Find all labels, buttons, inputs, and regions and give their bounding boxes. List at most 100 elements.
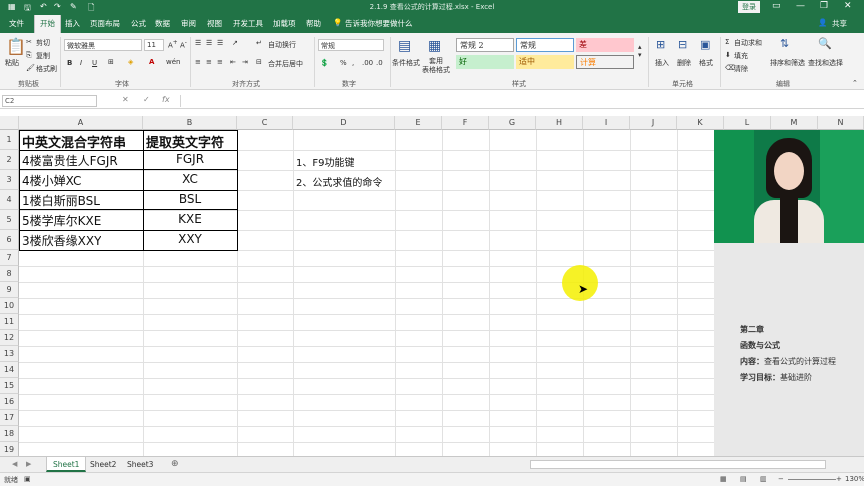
ribbon-display-icon[interactable]: ▭: [772, 1, 781, 11]
tab-help[interactable]: 帮助: [306, 18, 321, 29]
row-header[interactable]: 3: [0, 170, 19, 190]
paste-icon[interactable]: 📋: [6, 37, 26, 56]
autosum-button[interactable]: 自动求和: [734, 38, 762, 48]
style-calculation[interactable]: 计算: [576, 55, 634, 69]
clear-button[interactable]: 清除: [734, 64, 748, 74]
tab-data[interactable]: 数据: [155, 18, 170, 29]
style-bad[interactable]: 差: [576, 38, 634, 52]
fill-button[interactable]: 填充: [734, 51, 748, 61]
table-format-icon[interactable]: ▦: [428, 38, 441, 54]
column-header[interactable]: N: [818, 116, 864, 130]
cell-b2[interactable]: FGJR: [143, 152, 237, 166]
grow-font-icon[interactable]: A+: [168, 40, 178, 49]
column-header[interactable]: A: [19, 116, 143, 130]
percent-button[interactable]: %: [340, 59, 347, 67]
table-format-button[interactable]: 套用 表格格式: [422, 57, 450, 75]
row-header[interactable]: 4: [0, 190, 19, 210]
add-sheet-icon[interactable]: ⊕: [171, 459, 179, 469]
cut-icon[interactable]: ✂: [26, 38, 32, 46]
horizontal-scrollbar[interactable]: [530, 460, 826, 469]
format-cells-icon[interactable]: ▣: [700, 38, 710, 51]
column-header[interactable]: B: [143, 116, 237, 130]
insert-function-button[interactable]: fx: [162, 95, 170, 104]
autosum-icon[interactable]: Σ: [725, 38, 729, 46]
row-header[interactable]: 13: [0, 346, 19, 362]
find-select-icon[interactable]: 🔍: [818, 37, 832, 50]
format-cells-button[interactable]: 格式: [699, 58, 713, 68]
format-painter-icon[interactable]: 🖌: [26, 64, 35, 72]
increase-decimal-icon[interactable]: .00: [362, 59, 373, 67]
cell-b3[interactable]: XC: [143, 172, 237, 186]
fill-color-icon[interactable]: ◈: [128, 58, 133, 66]
zoom-in-icon[interactable]: +: [836, 475, 842, 483]
sort-filter-icon[interactable]: ⇅: [780, 37, 789, 50]
style-neutral[interactable]: 适中: [516, 55, 574, 69]
tab-insert[interactable]: 插入: [65, 18, 80, 29]
tab-formulas[interactable]: 公式: [131, 18, 146, 29]
style-normal[interactable]: 常规: [516, 38, 574, 52]
insert-cells-button[interactable]: 插入: [655, 58, 669, 68]
cell-a2[interactable]: 4楼富贵佳人FGJR: [22, 152, 118, 169]
column-header[interactable]: I: [583, 116, 630, 130]
column-header[interactable]: C: [237, 116, 293, 130]
column-header[interactable]: J: [630, 116, 677, 130]
cell-a4[interactable]: 1楼白斯丽BSL: [22, 192, 100, 209]
sheet-tab-sheet1[interactable]: Sheet1: [46, 457, 87, 472]
italic-button[interactable]: I: [80, 59, 82, 67]
column-header[interactable]: F: [442, 116, 489, 130]
page-break-view-icon[interactable]: ▥: [760, 475, 767, 483]
normal-view-icon[interactable]: ▦: [720, 475, 727, 483]
cell-a1[interactable]: 中英文混合字符串: [22, 132, 126, 151]
cell-b6[interactable]: XXY: [143, 232, 237, 246]
font-name-select[interactable]: 微软雅黑: [64, 39, 142, 51]
column-header[interactable]: H: [536, 116, 583, 130]
minimize-button[interactable]: —: [796, 1, 805, 11]
column-header[interactable]: K: [677, 116, 724, 130]
number-format-select[interactable]: 常规: [318, 39, 384, 51]
tab-page-layout[interactable]: 页面布局: [90, 18, 120, 29]
style-good[interactable]: 好: [456, 55, 514, 69]
format-painter-button[interactable]: 格式刷: [36, 64, 57, 74]
row-header[interactable]: 2: [0, 150, 19, 170]
row-header[interactable]: 1: [0, 130, 19, 150]
align-middle-icon[interactable]: ☰: [206, 39, 212, 47]
name-box[interactable]: C2: [2, 95, 97, 107]
select-all-corner[interactable]: [0, 116, 19, 130]
restore-button[interactable]: ❐: [820, 1, 828, 11]
tab-review[interactable]: 审阅: [181, 18, 196, 29]
column-header[interactable]: D: [293, 116, 395, 130]
insert-cells-icon[interactable]: ⊞: [656, 38, 665, 51]
copy-icon[interactable]: ⎘: [26, 51, 32, 60]
borders-icon[interactable]: ⊞: [108, 58, 114, 66]
row-header[interactable]: 19: [0, 442, 19, 456]
underline-button[interactable]: U: [92, 59, 97, 67]
tab-developer[interactable]: 开发工具: [233, 18, 263, 29]
share-button[interactable]: 共享: [832, 18, 847, 29]
copy-button[interactable]: 复制: [36, 51, 50, 61]
cell-b1[interactable]: 提取英文字符: [146, 132, 224, 151]
column-header[interactable]: E: [395, 116, 442, 130]
wrap-text-icon[interactable]: ↵: [256, 39, 262, 47]
font-size-select[interactable]: 11: [144, 39, 164, 51]
increase-indent-icon[interactable]: ⇥: [242, 58, 248, 66]
cell-d2[interactable]: 1、F9功能键: [296, 154, 354, 169]
page-layout-view-icon[interactable]: ▤: [740, 475, 747, 483]
wrap-text-button[interactable]: 自动换行: [268, 40, 296, 50]
paste-button[interactable]: 粘贴: [5, 58, 19, 68]
row-header[interactable]: 5: [0, 210, 19, 230]
tell-me-search[interactable]: 告诉我你想要做什么: [345, 18, 413, 29]
scroll-left-icon[interactable]: ◀: [12, 460, 17, 468]
merge-center-button[interactable]: 合并后居中: [268, 59, 303, 69]
delete-cells-icon[interactable]: ⊟: [678, 38, 687, 51]
formula-input[interactable]: [180, 95, 864, 107]
accounting-icon[interactable]: 💲: [320, 59, 329, 67]
align-center-icon[interactable]: ≡: [206, 58, 212, 66]
enter-button[interactable]: ✓: [143, 95, 150, 104]
column-header[interactable]: G: [489, 116, 536, 130]
align-right-icon[interactable]: ≡: [217, 58, 223, 66]
tab-view[interactable]: 视图: [207, 18, 222, 29]
column-header[interactable]: L: [724, 116, 771, 130]
find-select-button[interactable]: 查找和选择: [808, 58, 843, 68]
row-header[interactable]: 9: [0, 282, 19, 298]
decrease-indent-icon[interactable]: ⇤: [230, 58, 236, 66]
